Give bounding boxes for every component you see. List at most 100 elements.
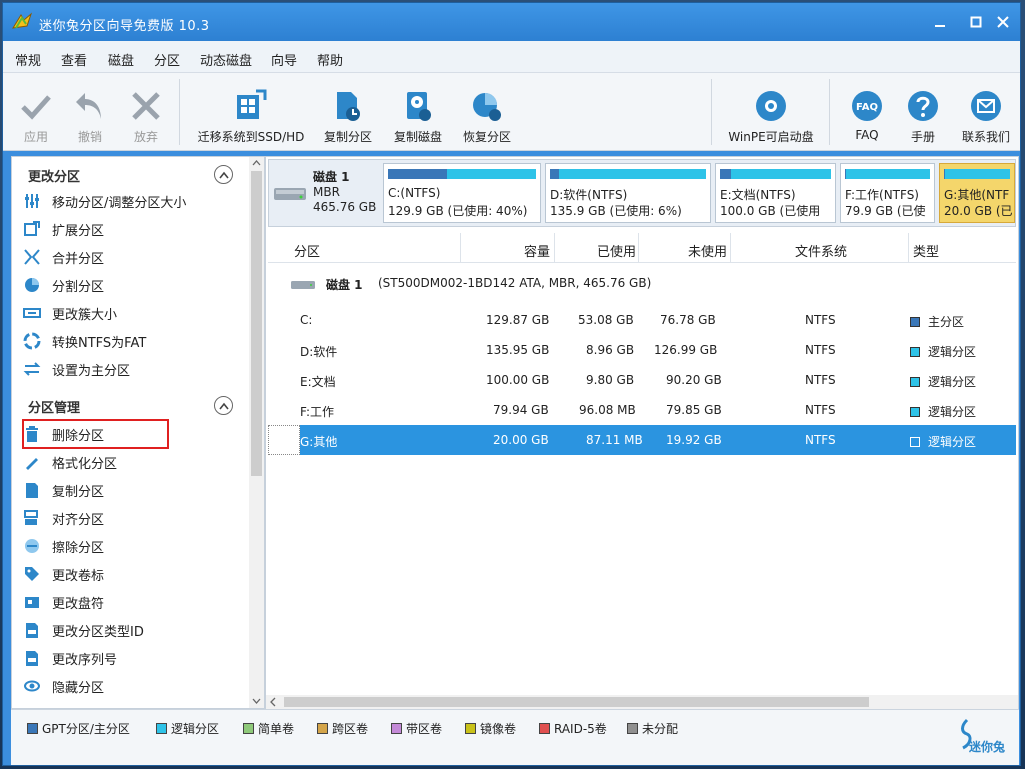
tag-icon bbox=[22, 564, 42, 584]
sidebar-item-set-primary[interactable]: 设置为主分区 bbox=[22, 357, 242, 381]
sidebar-item-ntfs-to-fat[interactable]: 转换NTFS为FAT bbox=[22, 329, 242, 353]
sidebar-scrollbar[interactable] bbox=[249, 157, 264, 708]
mail-icon bbox=[971, 91, 1001, 121]
column-partition[interactable]: 分区 bbox=[294, 241, 320, 260]
sidebar-item-label: 扩展分区 bbox=[52, 223, 105, 239]
table-row[interactable]: E:文档 100.00 GB 9.80 GB 90.20 GB NTFS 逻辑分… bbox=[300, 365, 1016, 395]
usage-bar bbox=[550, 169, 706, 179]
apply-button[interactable]: 应用 bbox=[11, 73, 61, 151]
legend-label: GPT分区/主分区 bbox=[42, 722, 130, 736]
menu-dynamic-disk[interactable]: 动态磁盘 bbox=[200, 50, 252, 69]
sidebar-item-align[interactable]: 对齐分区 bbox=[22, 506, 242, 530]
usage-bar bbox=[388, 169, 536, 179]
cell-type: 主分区 bbox=[928, 315, 965, 329]
discard-button[interactable]: 放弃 bbox=[121, 73, 171, 151]
disk-map-partition-g[interactable]: G:其他(NTF 20.0 GB (已 bbox=[939, 163, 1015, 223]
table-scroll-thumb[interactable] bbox=[284, 697, 869, 707]
partition-label: E:文档(NTFS) bbox=[720, 188, 796, 202]
sidebar-item-extend[interactable]: 扩展分区 bbox=[22, 217, 242, 241]
table-row[interactable]: F:工作 79.94 GB 96.08 MB 79.85 GB NTFS 逻辑分… bbox=[300, 395, 1016, 425]
sidebar-item-split[interactable]: 分割分区 bbox=[22, 273, 242, 297]
contact-us-button[interactable]: 联系我们 bbox=[958, 73, 1014, 151]
disk-row[interactable]: 磁盘 1 (ST500DM002-1BD142 ATA, MBR, 465.76… bbox=[290, 269, 1010, 299]
sidebar-scroll-thumb[interactable] bbox=[251, 171, 262, 476]
table-row-selected[interactable]: G:其他 20.00 GB 87.11 MB 19.92 GB NTFS 逻辑分… bbox=[300, 425, 1016, 455]
collapse-change-partition-button[interactable] bbox=[214, 165, 233, 184]
scroll-up-arrow-icon[interactable] bbox=[249, 157, 264, 169]
disk-map-partition-c[interactable]: C:(NTFS) 129.9 GB (已使用: 40%) bbox=[383, 163, 541, 223]
pie-split-icon bbox=[22, 275, 42, 295]
undo-button[interactable]: 撤销 bbox=[65, 73, 115, 151]
legend-label: 简单卷 bbox=[258, 722, 295, 736]
legend-label: 镜像卷 bbox=[480, 722, 517, 736]
usage-bar bbox=[720, 169, 831, 179]
disk-map-partition-e[interactable]: E:文档(NTFS) 100.0 GB (已使用 bbox=[715, 163, 836, 223]
brand-name: 迷你兔 bbox=[969, 740, 1006, 754]
menu-view[interactable]: 查看 bbox=[61, 50, 87, 69]
faq-button[interactable]: FAQ FAQ bbox=[845, 73, 889, 151]
cell-type: 逻辑分区 bbox=[928, 375, 977, 389]
menu-disk[interactable]: 磁盘 bbox=[108, 50, 134, 69]
scroll-left-arrow-icon[interactable] bbox=[266, 695, 280, 709]
column-type[interactable]: 类型 bbox=[913, 241, 939, 260]
table-row[interactable]: D:软件 135.95 GB 8.96 GB 126.99 GB NTFS 逻辑… bbox=[300, 335, 1016, 365]
manual-button[interactable]: 手册 bbox=[901, 73, 945, 151]
column-capacity[interactable]: 容量 bbox=[524, 241, 550, 260]
manual-label: 手册 bbox=[910, 130, 935, 144]
sidebar-item-copy-partition[interactable]: 复制分区 bbox=[22, 478, 242, 502]
operations-sidebar: 更改分区 移动分区/调整分区大小 扩展分区 合并分区 分割分区 更改簇大小 转换… bbox=[11, 156, 265, 709]
cell-used: 8.96 GB bbox=[586, 343, 635, 357]
hard-disk-icon bbox=[291, 281, 315, 289]
recover-partition-button[interactable]: 恢复分区 bbox=[458, 73, 516, 151]
copy-partition-label: 复制分区 bbox=[323, 130, 372, 144]
disk-map-partition-d[interactable]: D:软件(NTFS) 135.9 GB (已使用: 6%) bbox=[545, 163, 711, 223]
maximize-button[interactable] bbox=[962, 9, 990, 35]
scroll-down-arrow-icon[interactable] bbox=[249, 695, 264, 707]
column-file-system[interactable]: 文件系统 bbox=[795, 241, 847, 260]
sidebar-item-change-drive-letter[interactable]: 更改盘符 bbox=[22, 590, 242, 614]
copy-partition-button[interactable]: 复制分区 bbox=[319, 73, 377, 151]
cell-unused: 19.92 GB bbox=[666, 433, 722, 447]
copy-disk-button[interactable]: 复制磁盘 bbox=[389, 73, 447, 151]
menu-general[interactable]: 常规 bbox=[15, 50, 41, 69]
sidebar-item-label: 转换NTFS为FAT bbox=[52, 335, 147, 351]
partition-label: F:工作(NTFS) bbox=[845, 188, 919, 202]
sidebar-item-merge[interactable]: 合并分区 bbox=[22, 245, 242, 269]
copy-icon bbox=[22, 480, 42, 500]
sidebar-item-change-label[interactable]: 更改卷标 bbox=[22, 562, 242, 586]
table-row[interactable]: C: 129.87 GB 53.08 GB 76.78 GB NTFS 主分区 bbox=[300, 305, 1016, 335]
collapse-partition-management-button[interactable] bbox=[214, 396, 233, 415]
sidebar-item-delete-partition[interactable]: 删除分区 bbox=[22, 422, 242, 446]
cell-file-system: NTFS bbox=[805, 433, 836, 447]
menu-partition[interactable]: 分区 bbox=[154, 50, 180, 69]
cell-type: 逻辑分区 bbox=[928, 405, 977, 419]
minimize-button[interactable] bbox=[926, 9, 954, 35]
sidebar-item-move-resize[interactable]: 移动分区/调整分区大小 bbox=[22, 189, 242, 213]
check-icon bbox=[21, 95, 51, 120]
legend-spanned: 跨区卷 bbox=[317, 720, 368, 737]
winpe-bootable-button[interactable]: WinPE可启动盘 bbox=[725, 73, 817, 151]
sidebar-item-wipe[interactable]: 擦除分区 bbox=[22, 534, 242, 558]
disk-map-partition-f[interactable]: F:工作(NTFS) 79.9 GB (已使 bbox=[840, 163, 935, 223]
migrate-os-button[interactable]: 迁移系统到SSD/HD bbox=[195, 73, 307, 151]
sidebar-item-change-serial[interactable]: 更改序列号 bbox=[22, 646, 242, 670]
sidebar-item-change-type-id[interactable]: 更改分区类型ID bbox=[22, 618, 242, 642]
close-button[interactable] bbox=[989, 9, 1017, 35]
selected-row-focus bbox=[268, 425, 300, 455]
column-used[interactable]: 已使用 bbox=[597, 241, 636, 260]
column-unused[interactable]: 未使用 bbox=[688, 241, 727, 260]
sidebar-item-label: 对齐分区 bbox=[52, 512, 105, 528]
menu-wizard[interactable]: 向导 bbox=[271, 50, 297, 69]
sidebar-item-hide[interactable]: 隐藏分区 bbox=[22, 674, 242, 698]
menu-help[interactable]: 帮助 bbox=[317, 50, 343, 69]
convert-icon bbox=[22, 331, 42, 351]
legend-simple: 简单卷 bbox=[243, 720, 294, 737]
table-horizontal-scrollbar[interactable] bbox=[266, 695, 1018, 709]
cell-used: 96.08 MB bbox=[579, 403, 636, 417]
partition-size: 135.9 GB (已使用: 6%) bbox=[550, 204, 682, 218]
partition-size: 20.0 GB (已 bbox=[944, 204, 1013, 218]
sidebar-item-label: 设置为主分区 bbox=[52, 363, 131, 379]
sidebar-item-cluster-size[interactable]: 更改簇大小 bbox=[22, 301, 242, 325]
sidebar-item-format[interactable]: 格式化分区 bbox=[22, 450, 242, 474]
app-window: 迷你兔分区向导免费版 10.3 常规 查看 磁盘 分区 动态磁盘 向导 帮助 应… bbox=[2, 2, 1021, 766]
